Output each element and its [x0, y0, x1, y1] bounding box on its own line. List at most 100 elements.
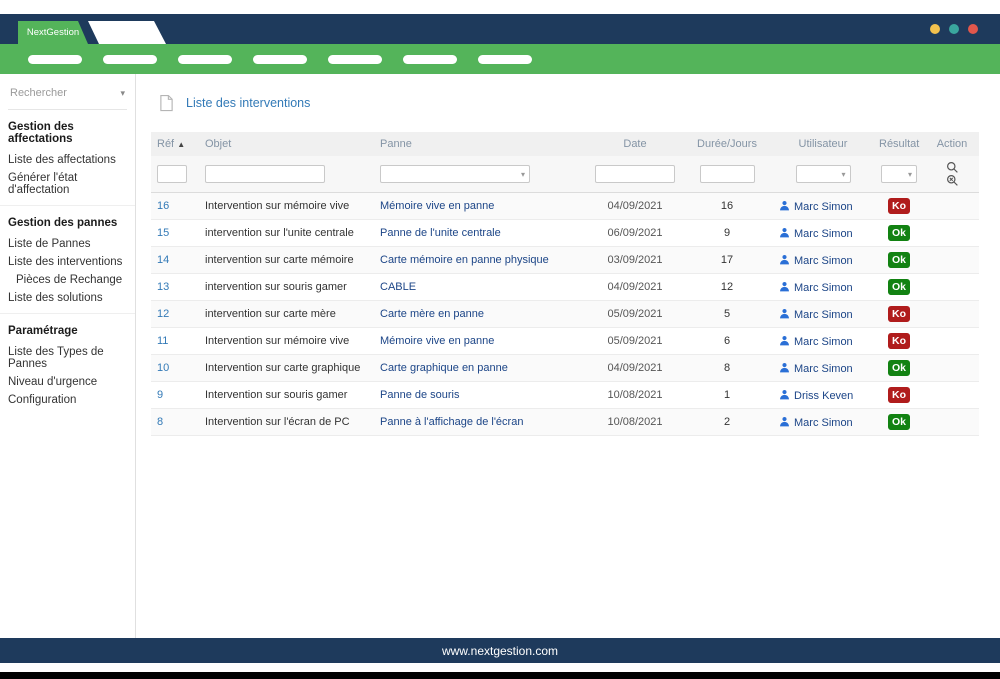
col-utilisateur[interactable]: Utilisateur — [773, 132, 873, 156]
cell-duree: 1 — [681, 382, 773, 409]
filter-ref-input[interactable] — [157, 165, 187, 183]
minimize-button[interactable] — [930, 24, 940, 34]
cell-date: 05/09/2021 — [589, 328, 681, 355]
sidebar-item[interactable]: Générer l'état d'affectation — [8, 169, 127, 199]
cell-objet: intervention sur carte mère — [199, 301, 374, 328]
cell-panne[interactable]: Mémoire vive en panne — [374, 193, 589, 220]
filter-duree-input[interactable] — [700, 165, 755, 183]
brand-logo[interactable]: NextGestion — [18, 21, 88, 44]
cell-ref[interactable]: 11 — [151, 328, 199, 355]
clear-search-icon[interactable] — [946, 174, 959, 187]
cell-date: 04/09/2021 — [589, 274, 681, 301]
cell-utilisateur: Marc Simon — [773, 193, 873, 220]
filter-row: ▾ ▾ ▾ — [151, 156, 979, 193]
status-badge: Ok — [888, 414, 910, 430]
nav-pill[interactable] — [103, 55, 157, 64]
user-name: Marc Simon — [794, 228, 853, 240]
table-row[interactable]: 12intervention sur carte mèreCarte mère … — [151, 301, 979, 328]
col-action: Action — [925, 132, 979, 156]
cell-ref[interactable]: 16 — [151, 193, 199, 220]
user-icon — [779, 362, 790, 373]
col-resultat[interactable]: Résultat — [873, 132, 925, 156]
table-row[interactable]: 9Intervention sur souris gamerPanne de s… — [151, 382, 979, 409]
table-row[interactable]: 8Intervention sur l'écran de PCPanne à l… — [151, 409, 979, 436]
sidebar-section-title: Gestion des pannes — [8, 217, 127, 229]
search-icon[interactable] — [946, 161, 959, 174]
nav-pill[interactable] — [178, 55, 232, 64]
sidebar-item[interactable]: Liste des interventions — [8, 253, 127, 271]
user-icon — [779, 254, 790, 265]
close-button[interactable] — [968, 24, 978, 34]
cell-panne[interactable]: Panne à l'affichage de l'écran — [374, 409, 589, 436]
cell-objet: intervention sur souris gamer — [199, 274, 374, 301]
filter-date-input[interactable] — [595, 165, 675, 183]
filter-resultat-select[interactable]: ▾ — [881, 165, 917, 183]
status-badge: Ko — [888, 387, 910, 403]
sidebar-item[interactable]: Liste des solutions — [8, 289, 127, 307]
cell-panne[interactable]: Mémoire vive en panne — [374, 328, 589, 355]
cell-date: 10/08/2021 — [589, 409, 681, 436]
cell-utilisateur: Marc Simon — [773, 409, 873, 436]
sidebar-item[interactable]: Configuration — [8, 391, 127, 409]
brand-tab-decoration — [88, 21, 166, 44]
footer-url[interactable]: www.nextgestion.com — [442, 644, 558, 658]
maximize-button[interactable] — [949, 24, 959, 34]
status-badge: Ok — [888, 360, 910, 376]
cell-ref[interactable]: 13 — [151, 274, 199, 301]
table-row[interactable]: 11Intervention sur mémoire viveMémoire v… — [151, 328, 979, 355]
cell-ref[interactable]: 8 — [151, 409, 199, 436]
nav-pill[interactable] — [28, 55, 82, 64]
cell-objet: Intervention sur souris gamer — [199, 382, 374, 409]
cell-ref[interactable]: 12 — [151, 301, 199, 328]
cell-ref[interactable]: 15 — [151, 220, 199, 247]
sidebar-item[interactable]: Niveau d'urgence — [8, 373, 127, 391]
nav-pill[interactable] — [253, 55, 307, 64]
filter-utilisateur-select[interactable]: ▾ — [796, 165, 851, 183]
cell-utilisateur: Marc Simon — [773, 274, 873, 301]
nav-pill[interactable] — [403, 55, 457, 64]
col-objet[interactable]: Objet — [199, 132, 374, 156]
sidebar-item[interactable]: Liste des Types de Pannes — [8, 343, 127, 373]
search-select-label: Rechercher — [10, 87, 67, 99]
table-row[interactable]: 16Intervention sur mémoire viveMémoire v… — [151, 193, 979, 220]
cell-panne[interactable]: Carte mère en panne — [374, 301, 589, 328]
cell-duree: 16 — [681, 193, 773, 220]
main-content: Liste des interventions Réf ▲ Objet Pann… — [136, 74, 1000, 638]
table-row[interactable]: 13intervention sur souris gamerCABLE04/0… — [151, 274, 979, 301]
cell-ref[interactable]: 10 — [151, 355, 199, 382]
user-icon — [779, 416, 790, 427]
col-date[interactable]: Date — [589, 132, 681, 156]
sidebar-item[interactable]: Liste de Pannes — [8, 235, 127, 253]
table-body: 16Intervention sur mémoire viveMémoire v… — [151, 193, 979, 436]
cell-objet: Intervention sur mémoire vive — [199, 193, 374, 220]
nav-pill[interactable] — [478, 55, 532, 64]
table-row[interactable]: 10Intervention sur carte graphiqueCarte … — [151, 355, 979, 382]
filter-objet-input[interactable] — [205, 165, 325, 183]
cell-duree: 12 — [681, 274, 773, 301]
cell-objet: intervention sur carte mémoire — [199, 247, 374, 274]
cell-panne[interactable]: Panne de l'unite centrale — [374, 220, 589, 247]
table-row[interactable]: 15intervention sur l'unite centralePanne… — [151, 220, 979, 247]
cell-date: 04/09/2021 — [589, 193, 681, 220]
cell-panne[interactable]: Carte graphique en panne — [374, 355, 589, 382]
sidebar-item[interactable]: Liste des affectations — [8, 151, 127, 169]
filter-panne-select[interactable]: ▾ — [380, 165, 530, 183]
cell-duree: 9 — [681, 220, 773, 247]
table-row[interactable]: 14intervention sur carte mémoireCarte mé… — [151, 247, 979, 274]
cell-ref[interactable]: 9 — [151, 382, 199, 409]
cell-ref[interactable]: 14 — [151, 247, 199, 274]
cell-panne[interactable]: Panne de souris — [374, 382, 589, 409]
nav-pill[interactable] — [328, 55, 382, 64]
col-panne[interactable]: Panne — [374, 132, 589, 156]
col-ref[interactable]: Réf ▲ — [151, 132, 199, 156]
cell-panne[interactable]: Carte mémoire en panne physique — [374, 247, 589, 274]
cell-panne[interactable]: CABLE — [374, 274, 589, 301]
sidebar-item[interactable]: Pièces de Rechange — [8, 271, 127, 289]
cell-resultat: Ko — [873, 301, 925, 328]
col-ref-label: Réf — [157, 138, 174, 150]
search-select[interactable]: Rechercher ▾ — [8, 83, 127, 110]
chevron-down-icon: ▾ — [841, 170, 845, 179]
col-duree[interactable]: Durée/Jours — [681, 132, 773, 156]
cell-action — [925, 328, 979, 355]
cell-duree: 5 — [681, 301, 773, 328]
